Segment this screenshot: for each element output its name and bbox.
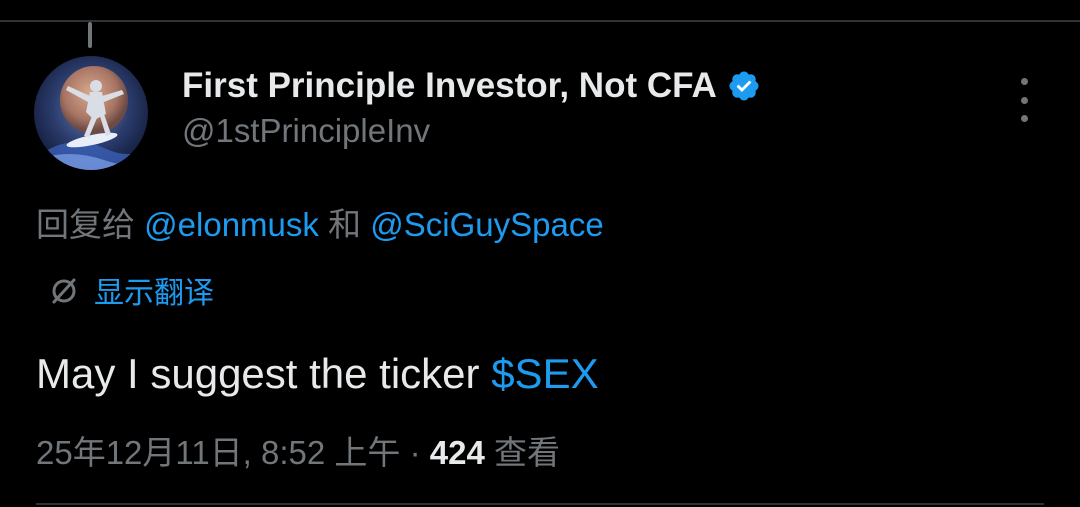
avatar[interactable]: [34, 56, 148, 170]
silver-surfer-avatar: [34, 56, 148, 170]
verified-badge-icon[interactable]: [727, 69, 761, 103]
tweet-meta: 25年12月11日, 8:52 上午 · 424 查看: [36, 426, 560, 474]
thread-connector-line: [88, 22, 92, 48]
more-options-button[interactable]: [1004, 78, 1044, 122]
show-translation-label[interactable]: 显示翻译: [94, 268, 214, 312]
tweet-timestamp[interactable]: 25年12月11日, 8:52 上午: [36, 434, 400, 471]
author-handle[interactable]: @1stPrincipleInv: [182, 112, 430, 150]
bottom-divider: [36, 503, 1044, 505]
tweet-text: May I suggest the ticker $SEX: [36, 350, 599, 398]
more-options-icon: [1020, 78, 1028, 85]
cashtag-link[interactable]: $SEX: [491, 350, 598, 397]
author-name-row[interactable]: First Principle Investor, Not CFA: [182, 66, 761, 106]
more-options-icon-dot: [1020, 115, 1028, 122]
more-options-icon-dot: [1020, 96, 1028, 104]
views-count: 424: [429, 434, 485, 471]
author-display-name[interactable]: First Principle Investor, Not CFA: [182, 66, 717, 106]
tweet-body: May I suggest the ticker: [36, 350, 492, 397]
views-label: 查看: [484, 434, 560, 471]
reply-conjunction: 和: [318, 206, 371, 243]
mention-elonmusk[interactable]: @elonmusk: [144, 206, 319, 243]
top-divider: [0, 20, 1080, 22]
show-translation-button[interactable]: 显示翻译: [46, 268, 214, 312]
mention-sciguyspace[interactable]: @SciGuySpace: [370, 206, 603, 243]
translate-icon: [46, 272, 82, 308]
reply-prefix: 回复给: [36, 206, 145, 243]
reply-context: 回复给 @elonmusk 和 @SciGuySpace: [36, 198, 604, 246]
meta-separator: ·: [400, 434, 430, 471]
